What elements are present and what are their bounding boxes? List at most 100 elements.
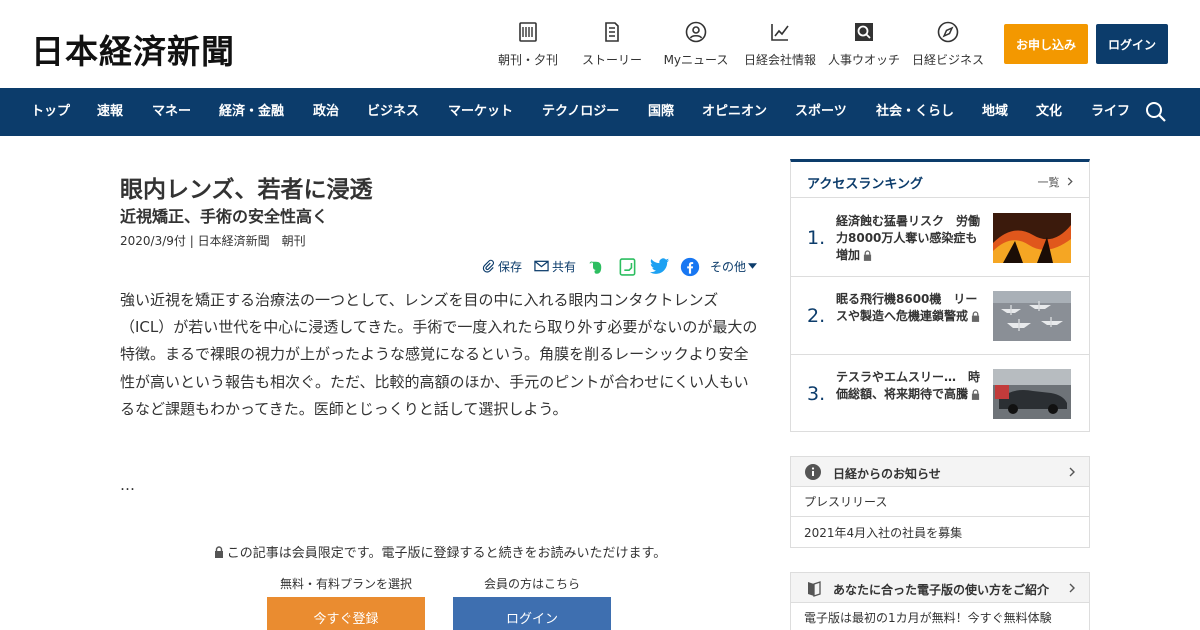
info-icon [805,464,821,480]
caret-down-icon [748,263,758,269]
guide-title: あなたに合った電子版の使い方をご紹介 [833,583,1050,597]
article-body: 強い近視を矯正する治療法の一つとして、レンズを目の中に入れる眼内コンタクトレンズ… [120,291,758,418]
navbar-item-economy[interactable]: 経済・金融 [219,88,284,136]
site-header: 日本経済新聞 朝刊・夕刊 ストーリー Myニュース 日経会社情報 人事ウオッチ … [0,0,1200,88]
plan-select-label: 無料・有料プランを選択 [280,577,413,591]
member-login-button[interactable]: ログイン [453,597,611,630]
parked-airplanes-thumbnail [993,291,1071,341]
book-icon [808,581,821,597]
user-icon [685,21,707,43]
guide-item[interactable]: 電子版は最初の1カ月が無料！今すぐ無料体験 [791,603,1089,630]
evernote-icon[interactable] [587,258,605,276]
navbar-item-international[interactable]: 国際 [648,88,674,136]
guide-header[interactable]: あなたに合った電子版の使い方をご紹介 [791,573,1089,603]
chevron-right-icon [1069,467,1075,477]
article-meta: 2020/3/9付 | 日本経済新聞 朝刊 [120,234,306,248]
navbar-item-market[interactable]: マーケット [448,88,513,136]
lock-icon [971,311,980,322]
ranking-item[interactable]: 2. 眠る飛行機8600機 リースや製造へ危機連鎖警戒 [791,277,1089,355]
notice-title: 日経からのお知らせ [833,467,941,481]
mail-icon [534,260,549,272]
chart-icon [771,24,789,41]
article-subtitle: 近視矯正、手術の安全性高く [120,207,329,226]
share-button[interactable]: 共有 [534,256,576,276]
more-share-button[interactable]: その他 [710,256,760,276]
paywall-message: この記事は会員限定です。電子版に登録すると続きをお読みいただけます。 [0,542,880,561]
paywall-text: この記事は会員限定です。電子版に登録すると続きをお読みいただけます。 [226,546,667,561]
search-icon[interactable] [1144,100,1168,124]
nav-morning-evening[interactable]: 朝刊・夕刊 [483,20,573,68]
story-icon [605,22,619,42]
paperclip-icon [482,259,495,273]
navbar-item-opinion[interactable]: オピニオン [702,88,767,136]
ranking-headline-text: テスラやエムスリー… 時価総額、将来期待で高騰 [836,370,981,401]
save-label: 保存 [498,259,523,274]
member-label: 会員の方はこちら [484,577,581,591]
facebook-icon[interactable] [680,257,700,277]
nav-label: 日経ビジネス [911,53,984,67]
save-button[interactable]: 保存 [481,256,522,276]
category-navbar: トップ 速報 マネー 経済・金融 政治 ビジネス マーケット テクノロジー 国際… [0,88,1200,136]
ranking-headline-text: 経済蝕む猛暑リスク 労働力8000万人奪い感染症も増加 [836,214,981,262]
wildfire-thumbnail [993,213,1071,263]
navbar-item-sports[interactable]: スポーツ [795,88,847,136]
register-button[interactable]: 今すぐ登録 [267,597,425,630]
ranking-number: 2. [807,305,826,327]
notice-box: 日経からのお知らせ プレスリリース 2021年4月入社の社員を募集 [790,456,1090,548]
ranking-item[interactable]: 3. テスラやエムスリー… 時価総額、将来期待で高騰 [791,355,1089,433]
compass-icon [937,21,959,43]
site-logo[interactable]: 日本経済新聞 [31,25,235,73]
note-icon[interactable] [618,257,637,277]
navbar-item-top[interactable]: トップ [31,88,70,136]
navbar-item-society[interactable]: 社会・くらし [876,88,954,136]
notice-item-recruit[interactable]: 2021年4月入社の社員を募集 [791,518,1089,548]
navbar-item-breaking[interactable]: 速報 [97,88,123,136]
ranking-number: 3. [807,383,826,405]
nav-personnel-watch[interactable]: 人事ウオッチ [819,20,909,68]
nav-company-info[interactable]: 日経会社情報 [735,20,825,68]
nav-label: 人事ウオッチ [827,53,900,67]
twitter-icon[interactable] [650,258,670,275]
newspaper-icon [519,22,537,42]
navbar-item-politics[interactable]: 政治 [313,88,339,136]
navbar-item-region[interactable]: 地域 [982,88,1008,136]
lock-icon [863,250,872,261]
notice-item-press[interactable]: プレスリリース [791,487,1089,517]
navbar-item-money[interactable]: マネー [152,88,191,136]
apply-button[interactable]: お申し込み [1004,24,1088,64]
ranking-title: アクセスランキング [807,177,923,192]
ranking-header: アクセスランキング 一覧 [791,162,1089,198]
more-label: その他 [710,259,747,274]
ranking-item[interactable]: 1. 経済蝕む猛暑リスク 労働力8000万人奪い感染症も増加 [791,199,1089,277]
navbar-item-life[interactable]: ライフ [1091,88,1130,136]
ranking-number: 1. [807,227,826,249]
ranking-more-label: 一覧 [1037,176,1060,189]
navbar-item-business[interactable]: ビジネス [367,88,419,136]
nav-label: ストーリー [581,53,642,67]
nav-label: 日経会社情報 [743,53,816,67]
login-button[interactable]: ログイン [1096,24,1168,64]
lock-icon [971,389,980,400]
navbar-item-culture[interactable]: 文化 [1036,88,1062,136]
ranking-more-link[interactable]: 一覧 [1038,174,1074,190]
nav-story[interactable]: ストーリー [567,20,657,68]
ranking-headline-text: 眠る飛行機8600機 リースや製造へ危機連鎖警戒 [836,292,978,323]
cars-thumbnail [993,369,1071,419]
nav-label: 朝刊・夕刊 [497,53,558,67]
nav-label: Myニュース [663,53,729,67]
nav-nikkei-business[interactable]: 日経ビジネス [903,20,993,68]
notice-header[interactable]: 日経からのお知らせ [791,457,1089,487]
guide-box: あなたに合った電子版の使い方をご紹介 電子版は最初の1カ月が無料！今すぐ無料体験 [790,572,1090,630]
ranking-headline: 経済蝕む猛暑リスク 労働力8000万人奪い感染症も増加 [836,213,988,264]
lock-icon [214,546,223,558]
nav-my-news[interactable]: Myニュース [651,20,741,68]
article-title: 眼内レンズ、若者に浸透 [120,177,373,203]
navbar-item-technology[interactable]: テクノロジー [542,88,619,136]
ranking-headline: テスラやエムスリー… 時価総額、将来期待で高騰 [836,369,988,403]
access-ranking: アクセスランキング 一覧 1. 経済蝕む猛暑リスク 労働力8000万人奪い感染症… [790,159,1090,432]
chevron-right-icon [1069,583,1075,593]
ranking-headline: 眠る飛行機8600機 リースや製造へ危機連鎖警戒 [836,291,988,325]
chevron-right-icon [1067,177,1073,186]
magnifier-icon [855,23,873,41]
article-ellipsis: … [120,476,135,494]
